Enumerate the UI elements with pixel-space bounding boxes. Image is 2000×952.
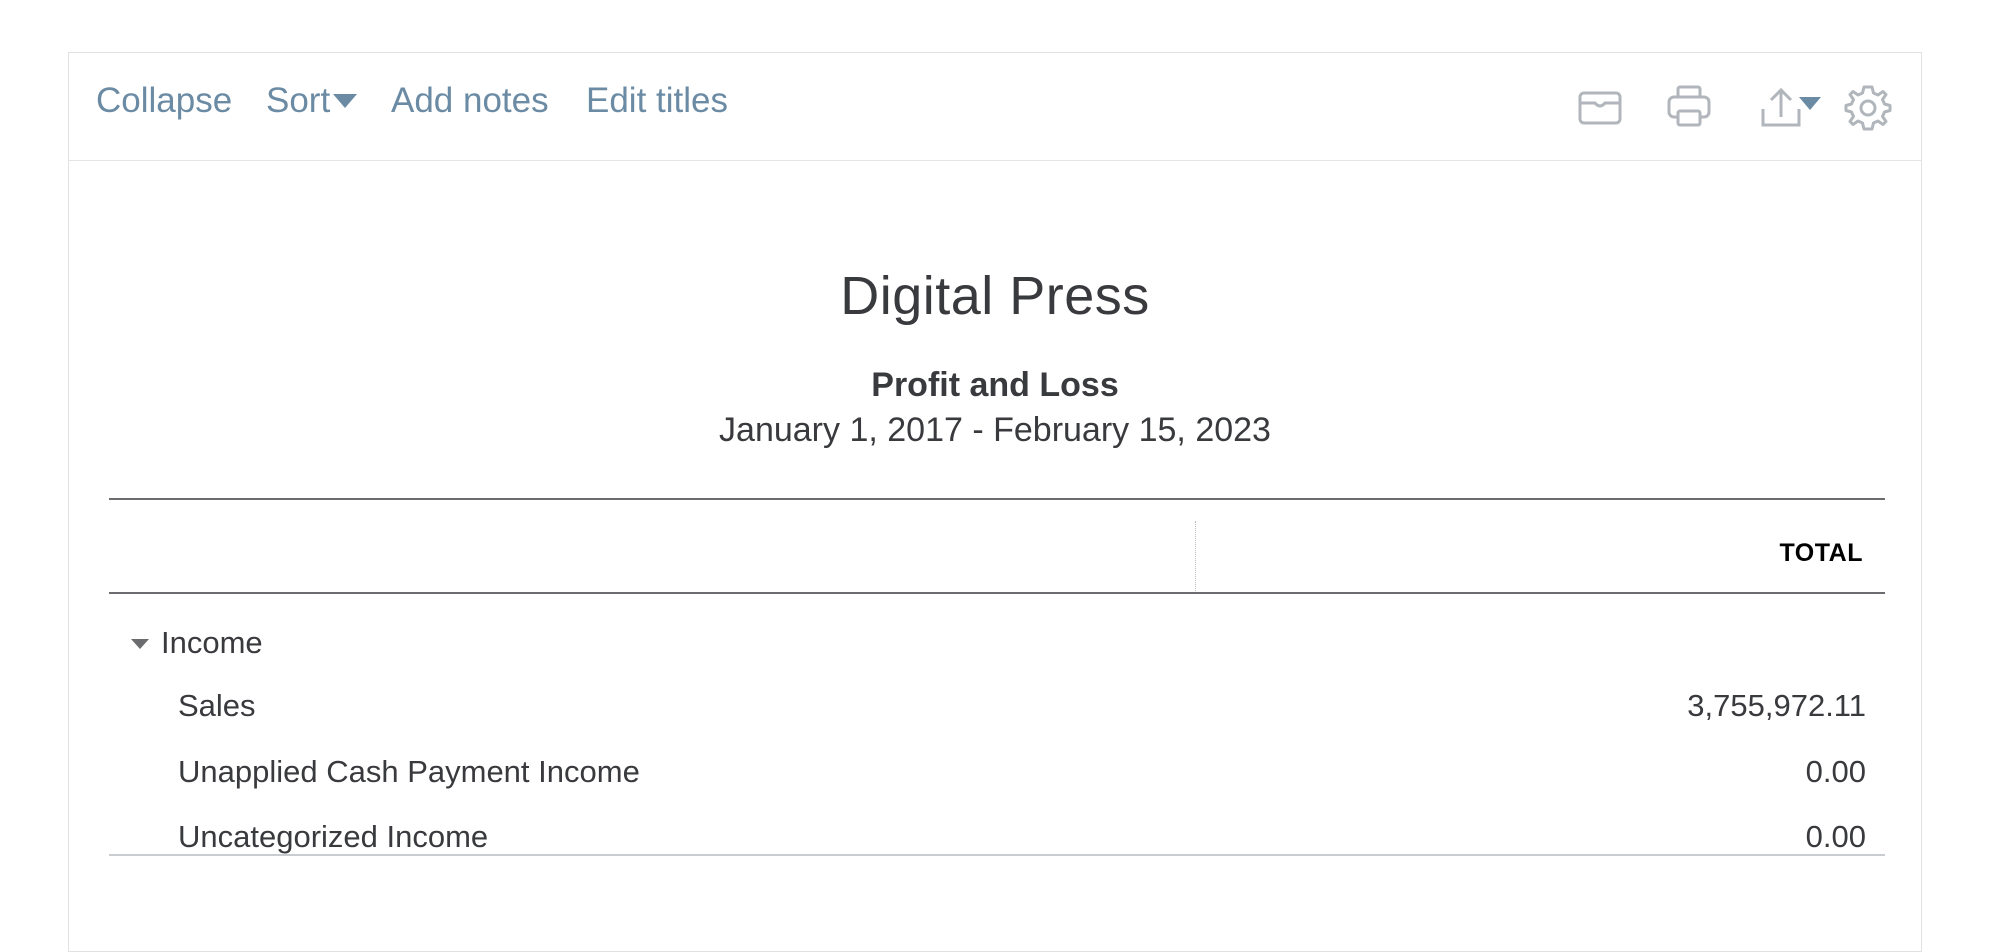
report-name[interactable]: Profit and Loss xyxy=(69,366,1921,405)
row-label: Uncategorized Income xyxy=(178,819,489,854)
add-notes-link[interactable]: Add notes xyxy=(391,77,549,125)
column-header-total[interactable]: TOTAL xyxy=(1779,539,1863,568)
collapse-link[interactable]: Collapse xyxy=(96,77,232,125)
row-label: Sales xyxy=(178,688,256,723)
table-row[interactable]: Unapplied Cash Payment Income 0.00 xyxy=(109,744,1885,804)
print-icon[interactable] xyxy=(1666,83,1712,133)
company-name[interactable]: Digital Press xyxy=(69,265,1921,327)
header-top-rule xyxy=(109,498,1885,500)
section-row-income[interactable]: Income xyxy=(109,615,1885,675)
sort-dropdown[interactable]: Sort xyxy=(266,77,358,125)
row-label: Unapplied Cash Payment Income xyxy=(178,754,640,789)
report-toolbar: Collapse Sort Add notes Edit titles xyxy=(69,53,1921,161)
export-icon[interactable] xyxy=(1759,83,1823,133)
edit-titles-link[interactable]: Edit titles xyxy=(586,77,728,125)
header-bottom-rule xyxy=(109,592,1885,594)
chevron-down-icon xyxy=(333,93,358,108)
table-row[interactable]: Sales 3,755,972.11 xyxy=(109,678,1885,738)
row-amount[interactable]: 3,755,972.11 xyxy=(1687,688,1866,724)
sort-label: Sort xyxy=(266,81,331,120)
row-divider xyxy=(109,854,1885,856)
row-amount[interactable]: 0.00 xyxy=(1806,819,1866,855)
table-row[interactable]: Uncategorized Income 0.00 xyxy=(109,809,1885,869)
email-icon[interactable] xyxy=(1577,83,1623,133)
collapse-caret-icon[interactable] xyxy=(131,639,149,649)
row-label: Income xyxy=(161,625,263,660)
report-date-range[interactable]: January 1, 2017 - February 15, 2023 xyxy=(69,411,1921,450)
report-panel: Collapse Sort Add notes Edit titles Digi… xyxy=(68,52,1922,952)
settings-icon[interactable] xyxy=(1843,83,1893,133)
column-divider[interactable] xyxy=(1195,521,1196,591)
row-amount[interactable]: 0.00 xyxy=(1806,754,1866,790)
